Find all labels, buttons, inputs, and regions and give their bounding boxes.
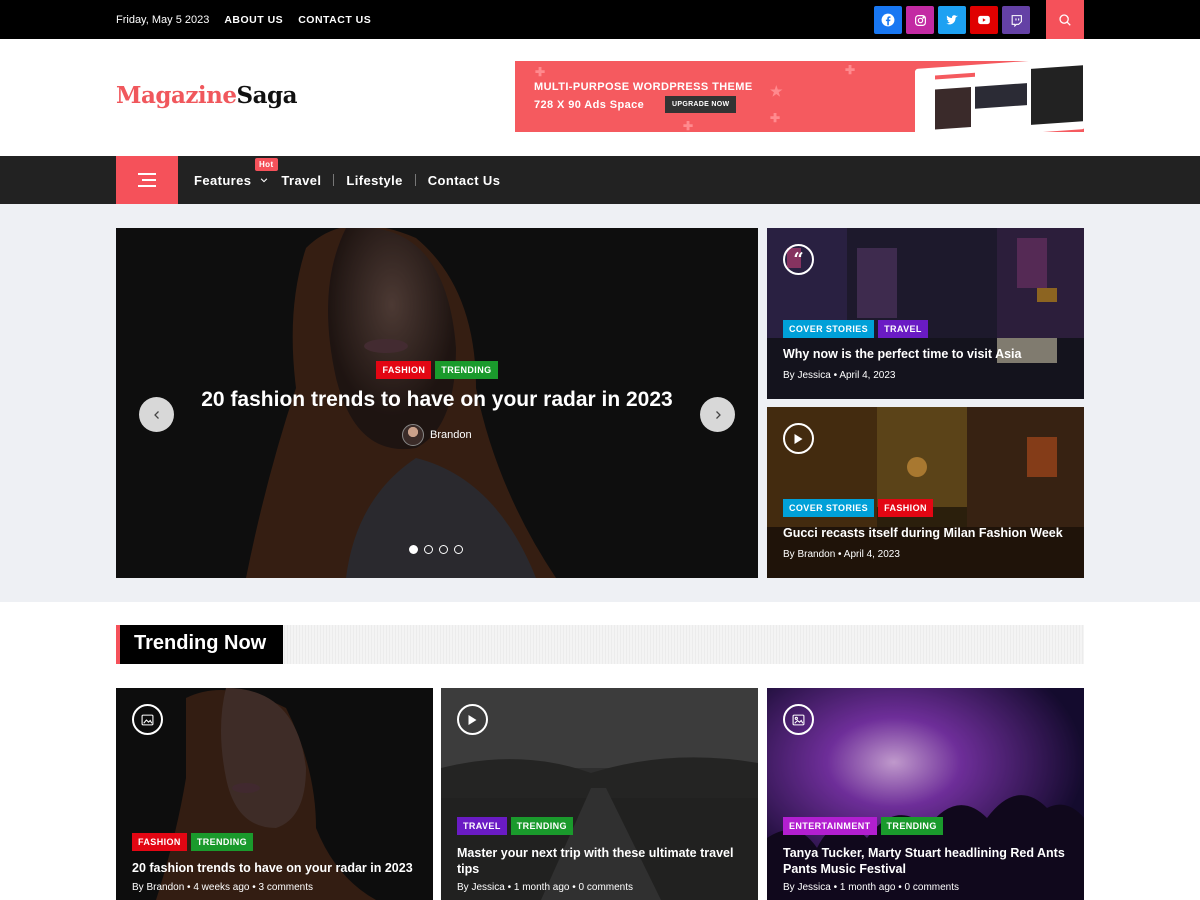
nav-item-lifestyle[interactable]: Lifestyle (346, 173, 402, 188)
side-post-card[interactable]: “ COVER STORIES TRAVEL Why now is the pe… (767, 228, 1084, 399)
site-logo[interactable]: MagazineSaga (116, 82, 298, 109)
contact-us-link[interactable]: CONTACT US (298, 14, 371, 26)
post-author[interactable]: Jessica (797, 370, 830, 381)
ad-banner[interactable]: ✚ ✚ ✚ ✚ ★ MULTI-PURPOSE WORDPRESS THEME … (515, 61, 1084, 132)
nav-separator (333, 174, 335, 186)
tag-entertainment[interactable]: ENTERTAINMENT (783, 817, 877, 835)
nav-separator (414, 174, 416, 186)
nav-item-contact-us[interactable]: Contact Us (428, 173, 501, 188)
featured-slider[interactable]: FASHION TRENDING 20 fashion trends to ha… (116, 228, 758, 578)
next-slide-button[interactable] (700, 397, 735, 432)
by-label: By (783, 882, 795, 893)
slide-title[interactable]: 20 fashion trends to have on your radar … (116, 388, 758, 412)
post-title[interactable]: 20 fashion trends to have on your radar … (132, 860, 419, 876)
post-time: 4 weeks ago (193, 882, 250, 893)
logo-part-2: Saga (236, 82, 298, 109)
post-author[interactable]: Brandon (797, 549, 835, 560)
play-icon (457, 704, 488, 735)
tag-travel[interactable]: TRAVEL (878, 320, 928, 338)
post-title[interactable]: Master your next trip with these ultimat… (457, 845, 744, 877)
post-title[interactable]: Why now is the perfect time to visit Asi… (783, 347, 1021, 361)
top-bar: Friday, May 5 2023 ABOUT US CONTACT US (0, 0, 1200, 39)
facebook-icon[interactable] (874, 6, 902, 34)
post-title[interactable]: Gucci recasts itself during Milan Fashio… (783, 526, 1063, 540)
slider-dot[interactable] (454, 545, 463, 554)
upgrade-now-button[interactable]: UPGRADE NOW (665, 96, 737, 113)
by-label: By (132, 882, 144, 893)
tag-fashion[interactable]: FASHION (376, 361, 432, 379)
post-comments[interactable]: 0 comments (905, 882, 959, 893)
post-time: 1 month ago (839, 882, 896, 893)
slider-dot[interactable] (424, 545, 433, 554)
side-post-card[interactable]: COVER STORIES FASHION Gucci recasts itse… (767, 407, 1084, 578)
main-nav: Features Hot Travel Lifestyle Contact Us (0, 156, 1200, 204)
trending-post-card[interactable]: ENTERTAINMENT TRENDING Tanya Tucker, Mar… (767, 688, 1084, 900)
slider-dot[interactable] (409, 545, 418, 554)
hot-badge: Hot (255, 157, 278, 171)
tag-fashion[interactable]: FASHION (132, 833, 187, 851)
tag-fashion[interactable]: FASHION (878, 499, 933, 517)
ad-line-2: 728 X 90 Ads Space (534, 99, 645, 111)
nav-item-features[interactable]: Features Hot (194, 157, 278, 188)
post-title[interactable]: Tanya Tucker, Marty Stuart headlining Re… (783, 845, 1070, 877)
tag-trending[interactable]: TRENDING (510, 817, 573, 835)
nav-item-travel[interactable]: Travel (281, 173, 321, 188)
section-title: Trending Now (116, 625, 283, 664)
post-comments[interactable]: 0 comments (579, 882, 633, 893)
post-author[interactable]: Jessica (471, 882, 504, 893)
chevron-right-icon (715, 410, 721, 419)
chevron-left-icon (153, 410, 159, 419)
slider-dots (409, 545, 463, 554)
post-time: 1 month ago (513, 882, 570, 893)
tag-travel[interactable]: TRAVEL (457, 817, 507, 835)
twitch-icon[interactable] (1002, 6, 1030, 34)
social-links (874, 6, 1030, 34)
ad-line-1: MULTI-PURPOSE WORDPRESS THEME (534, 81, 753, 93)
by-label: By (457, 882, 469, 893)
tag-trending[interactable]: TRENDING (190, 833, 254, 851)
post-author[interactable]: Jessica (797, 882, 830, 893)
trending-section-header: Trending Now (116, 625, 1084, 664)
prev-slide-button[interactable] (139, 397, 174, 432)
post-date: April 4, 2023 (839, 370, 896, 381)
post-comments[interactable]: 3 comments (259, 882, 313, 893)
current-date: Friday, May 5 2023 (116, 13, 210, 26)
post-author[interactable]: Brandon (146, 882, 184, 893)
slider-dot[interactable] (439, 545, 448, 554)
post-date: April 4, 2023 (843, 549, 900, 560)
tag-cover-stories[interactable]: COVER STORIES (783, 320, 875, 338)
logo-part-1: Magazine (116, 82, 237, 109)
play-icon (783, 423, 814, 454)
by-label: By (783, 370, 795, 381)
image-icon (132, 704, 163, 735)
nav-features-label: Features (194, 172, 252, 188)
menu-toggle-button[interactable] (116, 156, 178, 204)
about-us-link[interactable]: ABOUT US (224, 14, 283, 26)
theme-preview-image (915, 61, 1084, 132)
tag-trending[interactable]: TRENDING (880, 817, 943, 835)
search-button[interactable] (1046, 0, 1084, 39)
youtube-icon[interactable] (970, 6, 998, 34)
instagram-icon[interactable] (906, 6, 934, 34)
search-icon (1059, 13, 1071, 26)
trending-post-card[interactable]: TRAVEL TRENDING Master your next trip wi… (441, 688, 758, 900)
trending-post-card[interactable]: FASHION TRENDING 20 fashion trends to ha… (116, 688, 433, 900)
chevron-down-icon[interactable] (259, 175, 269, 185)
tag-trending[interactable]: TRENDING (435, 361, 498, 379)
quote-icon: “ (783, 244, 814, 275)
author-avatar (402, 424, 424, 446)
twitter-icon[interactable] (938, 6, 966, 34)
tag-cover-stories[interactable]: COVER STORIES (783, 499, 875, 517)
by-label: By (783, 549, 795, 560)
gallery-icon (783, 704, 814, 735)
slide-author[interactable]: Brandon (430, 429, 472, 441)
